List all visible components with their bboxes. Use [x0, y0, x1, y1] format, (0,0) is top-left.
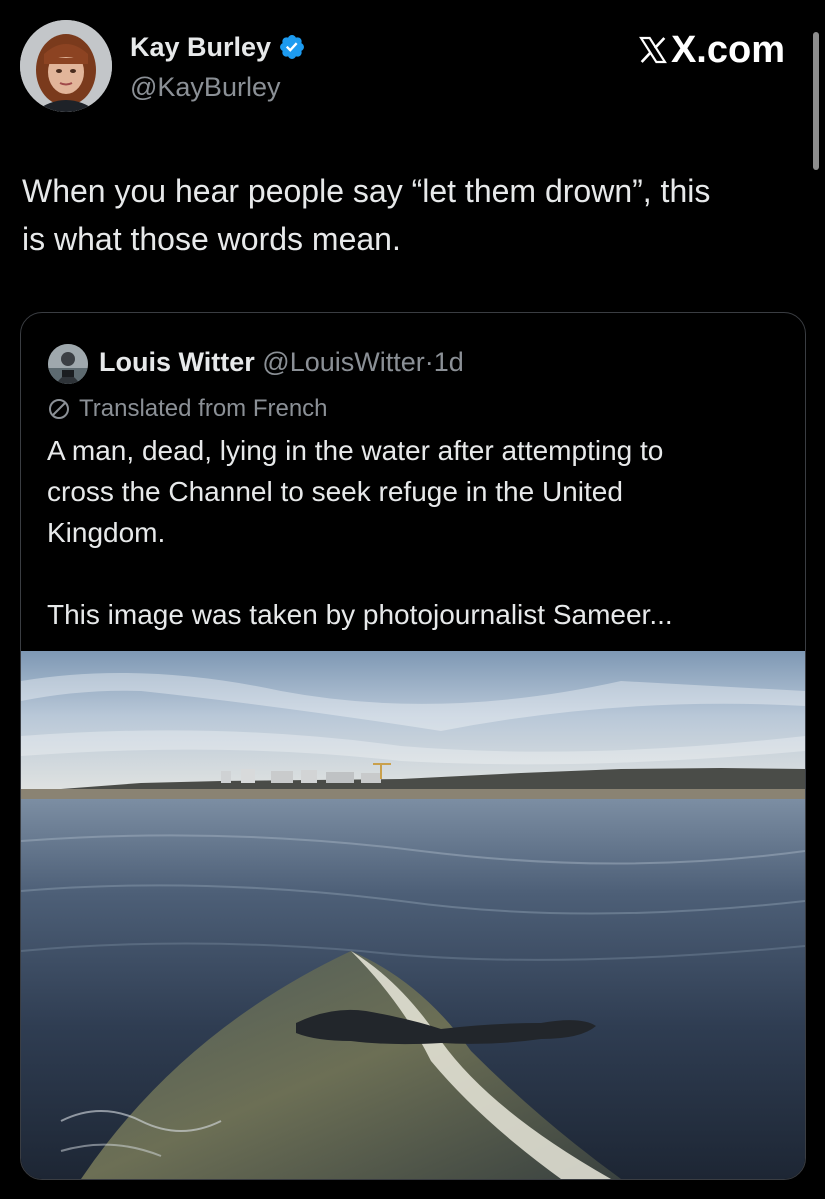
author-avatar[interactable] — [20, 20, 112, 112]
author-name-row[interactable]: Kay Burley — [130, 30, 306, 64]
brand-logo: X.com — [636, 28, 785, 72]
meta-separator: · — [424, 347, 434, 377]
brand-text: X.com — [670, 29, 785, 71]
translation-notice[interactable]: Translated from French — [47, 393, 328, 425]
quote-time[interactable]: 1d — [434, 347, 464, 377]
profile-photo-avatar — [48, 344, 88, 384]
quoted-tweet-card[interactable]: Louis Witter @LouisWitter·1d Translated … — [20, 312, 806, 1180]
quote-author-avatar[interactable] — [48, 344, 88, 384]
translated-label: Translated from French — [79, 395, 328, 422]
verified-badge-icon — [280, 35, 305, 59]
quote-text: A man, dead, lying in the water after at… — [47, 435, 673, 630]
x-logo-icon — [639, 36, 667, 64]
tweet-text: When you hear people say “let them drown… — [22, 173, 711, 257]
author-name[interactable]: Kay Burley — [130, 30, 271, 64]
scroll-indicator[interactable] — [813, 32, 819, 170]
quote-author-handle[interactable]: @LouisWitter — [262, 347, 424, 377]
globe-translate-icon — [49, 399, 69, 419]
author-handle[interactable]: @KayBurley — [130, 70, 280, 104]
profile-photo-avatar — [20, 20, 112, 112]
quote-header: Louis Witter @LouisWitter·1d — [99, 343, 464, 381]
quote-author-name[interactable]: Louis Witter — [99, 347, 255, 377]
beach-sea-photo[interactable] — [21, 651, 805, 1179]
